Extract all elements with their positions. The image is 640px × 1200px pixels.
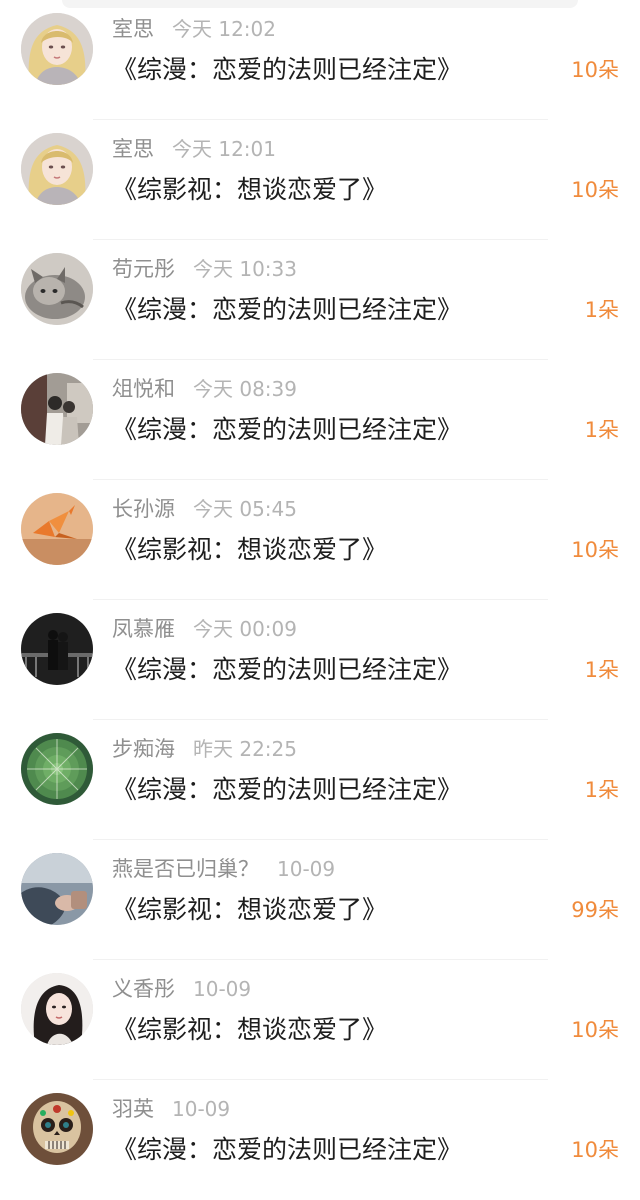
night-couple-avatar[interactable] bbox=[21, 613, 93, 685]
book-title[interactable]: 《综影视：想谈恋爱了》 bbox=[112, 169, 387, 211]
list-item[interactable]: 凤慕雁 今天 00:09 《综漫：恋爱的法则已经注定》 1朵 bbox=[0, 600, 640, 720]
user-name[interactable]: 羽英 bbox=[112, 1097, 154, 1121]
meta-line: 步痴海 昨天 22:25 bbox=[112, 734, 297, 764]
timestamp: 今天 00:09 bbox=[193, 617, 297, 641]
user-name[interactable]: 义香彤 bbox=[112, 977, 175, 1001]
list-item[interactable]: 羽英 10-09 《综漫：恋爱的法则已经注定》 10朵 bbox=[0, 1080, 640, 1200]
list-item[interactable]: 苟元彤 今天 10:33 《综漫：恋爱的法则已经注定》 1朵 bbox=[0, 240, 640, 360]
book-title[interactable]: 《综漫：恋爱的法则已经注定》 bbox=[112, 1129, 462, 1171]
timestamp: 今天 12:01 bbox=[172, 137, 276, 161]
flower-count: 10朵 bbox=[571, 1018, 619, 1042]
cat-avatar[interactable] bbox=[21, 253, 93, 325]
book-title[interactable]: 《综影视：想谈恋爱了》 bbox=[112, 889, 387, 931]
cactus-avatar[interactable] bbox=[21, 733, 93, 805]
flower-count: 1朵 bbox=[584, 418, 619, 442]
flower-count: 10朵 bbox=[571, 58, 619, 82]
timestamp: 10-09 bbox=[277, 857, 336, 881]
flower-count: 1朵 bbox=[584, 658, 619, 682]
timestamp: 今天 12:02 bbox=[172, 17, 276, 41]
flower-count: 1朵 bbox=[584, 298, 619, 322]
meta-line: 室思 今天 12:02 bbox=[112, 14, 276, 44]
meta-line: 室思 今天 12:01 bbox=[112, 134, 276, 164]
book-title[interactable]: 《综漫：恋爱的法则已经注定》 bbox=[112, 289, 462, 331]
anime-girl-avatar[interactable] bbox=[21, 133, 93, 205]
flower-count: 10朵 bbox=[571, 1138, 619, 1162]
hand-photo-avatar[interactable] bbox=[21, 853, 93, 925]
book-title[interactable]: 《综漫：恋爱的法则已经注定》 bbox=[112, 409, 462, 451]
list-item[interactable]: 义香彤 10-09 《综影视：想谈恋爱了》 10朵 bbox=[0, 960, 640, 1080]
paper-crane-avatar[interactable] bbox=[21, 493, 93, 565]
user-name[interactable]: 长孙源 bbox=[112, 497, 175, 521]
timestamp: 昨天 22:25 bbox=[193, 737, 297, 761]
girl-portrait-avatar[interactable] bbox=[21, 973, 93, 1045]
user-name[interactable]: 室思 bbox=[112, 17, 154, 41]
timestamp: 今天 05:45 bbox=[193, 497, 297, 521]
meta-line: 长孙源 今天 05:45 bbox=[112, 494, 297, 524]
book-title[interactable]: 《综漫：恋爱的法则已经注定》 bbox=[112, 649, 462, 691]
book-title[interactable]: 《综影视：想谈恋爱了》 bbox=[112, 529, 387, 571]
meta-line: 义香彤 10-09 bbox=[112, 974, 251, 1004]
flower-count: 99朵 bbox=[571, 898, 619, 922]
user-name[interactable]: 步痴海 bbox=[112, 737, 175, 761]
book-title[interactable]: 《综漫：恋爱的法则已经注定》 bbox=[112, 49, 462, 91]
timestamp: 10-09 bbox=[172, 1097, 231, 1121]
meta-line: 羽英 10-09 bbox=[112, 1094, 230, 1124]
couple-photo-avatar[interactable] bbox=[21, 373, 93, 445]
sugar-skull-avatar[interactable] bbox=[21, 1093, 93, 1165]
list-item[interactable]: 室思 今天 12:02 《综漫：恋爱的法则已经注定》 10朵 bbox=[0, 0, 640, 120]
user-name[interactable]: 燕是否已归巢？ bbox=[112, 857, 259, 881]
timestamp: 今天 10:33 bbox=[193, 257, 297, 281]
user-name[interactable]: 室思 bbox=[112, 137, 154, 161]
flower-count: 1朵 bbox=[584, 778, 619, 802]
anime-girl-avatar[interactable] bbox=[21, 13, 93, 85]
user-name[interactable]: 苟元彤 bbox=[112, 257, 175, 281]
user-name[interactable]: 凤慕雁 bbox=[112, 617, 175, 641]
list-item[interactable]: 步痴海 昨天 22:25 《综漫：恋爱的法则已经注定》 1朵 bbox=[0, 720, 640, 840]
user-name[interactable]: 俎悦和 bbox=[112, 377, 175, 401]
list-item[interactable]: 俎悦和 今天 08:39 《综漫：恋爱的法则已经注定》 1朵 bbox=[0, 360, 640, 480]
list-item[interactable]: 室思 今天 12:01 《综影视：想谈恋爱了》 10朵 bbox=[0, 120, 640, 240]
meta-line: 燕是否已归巢？ 10-09 bbox=[112, 854, 335, 884]
meta-line: 俎悦和 今天 08:39 bbox=[112, 374, 297, 404]
book-title[interactable]: 《综漫：恋爱的法则已经注定》 bbox=[112, 769, 462, 811]
list-item[interactable]: 长孙源 今天 05:45 《综影视：想谈恋爱了》 10朵 bbox=[0, 480, 640, 600]
book-title[interactable]: 《综影视：想谈恋爱了》 bbox=[112, 1009, 387, 1051]
meta-line: 凤慕雁 今天 00:09 bbox=[112, 614, 297, 644]
timestamp: 10-09 bbox=[193, 977, 252, 1001]
flower-count: 10朵 bbox=[571, 538, 619, 562]
list-item[interactable]: 燕是否已归巢？ 10-09 《综影视：想谈恋爱了》 99朵 bbox=[0, 840, 640, 960]
timestamp: 今天 08:39 bbox=[193, 377, 297, 401]
meta-line: 苟元彤 今天 10:33 bbox=[112, 254, 297, 284]
flower-count: 10朵 bbox=[571, 178, 619, 202]
